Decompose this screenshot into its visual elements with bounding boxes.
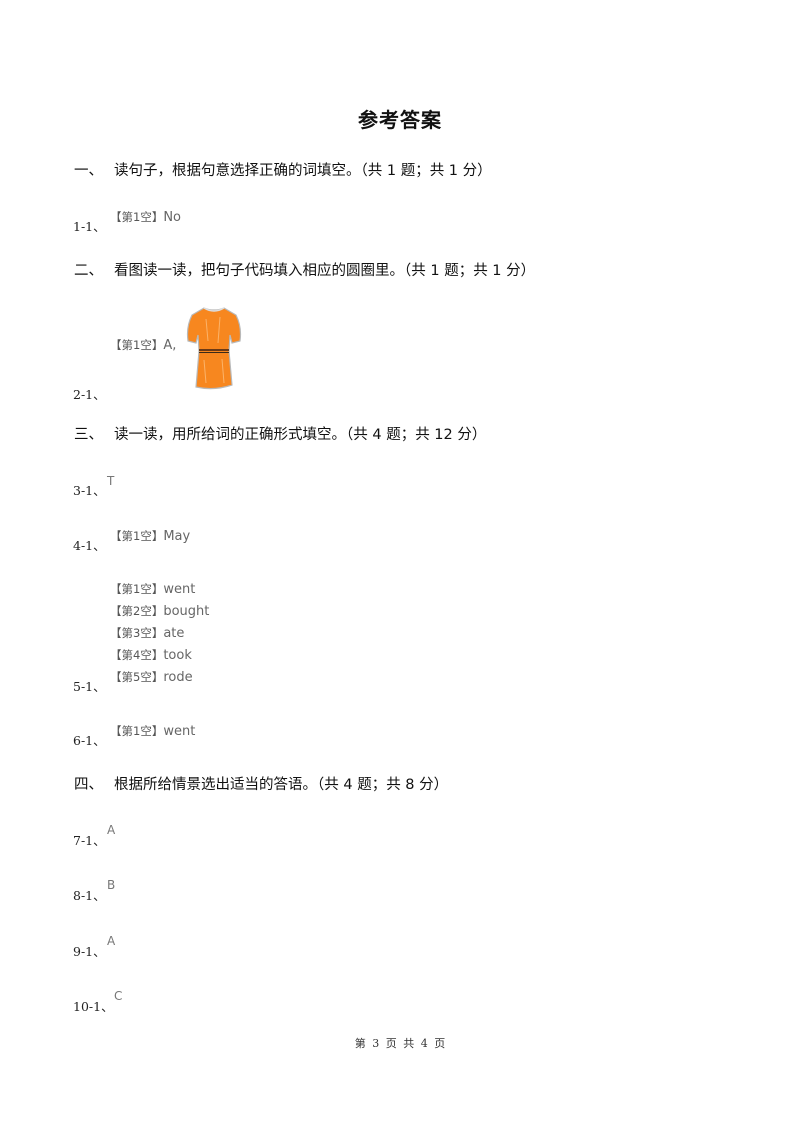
question-number: 7-1、 [73,833,106,848]
question-number: 3-1、 [73,483,106,498]
answer-text: A, [163,338,177,353]
answer-text: C [114,989,123,1003]
answer-text: B [107,878,116,892]
answer-text: ate [163,626,185,641]
answer-text: bought [163,604,210,619]
blank-tag: 【第5空】 [110,670,164,684]
section-text: 看图读一读，把句子代码填入相应的圆圈里。（共 1 题；共 1 分） [114,263,536,279]
section-heading-1: 一、 读句子，根据句意选择正确的词填空。（共 1 题；共 1 分） [74,159,492,180]
question-number: 10-1、 [73,999,114,1014]
section-text: 读句子，根据句意选择正确的词填空。（共 1 题；共 1 分） [114,163,492,179]
blank-tag: 【第1空】 [110,210,164,224]
blank-tag: 【第1空】 [110,724,164,738]
orange-dress-picture [186,307,242,390]
section-heading-4: 四、 根据所给情景选出适当的答语。（共 4 题；共 8 分） [74,773,448,794]
blank-tag: 【第1空】 [110,529,164,543]
question-number: 8-1、 [73,888,106,903]
question-number: 1-1、 [73,219,106,234]
answer: 【第1空】went [110,581,195,597]
blank-tag: 【第3空】 [110,626,164,640]
answer: 【第2空】bought [110,603,209,619]
section-text: 根据所给情景选出适当的答语。（共 4 题；共 8 分） [114,777,449,793]
answer-text: went [163,582,196,597]
question-number: 2-1、 [73,387,106,402]
blank-tag: 【第4空】 [110,648,164,662]
answer-text: went [163,724,196,739]
section-text: 读一读，用所给词的正确形式填空。（共 4 题；共 12 分） [114,427,487,443]
answer: 【第1空】No [110,209,181,225]
page-title: 参考答案 [358,108,442,132]
question-number: 5-1、 [73,679,106,694]
section-number: 一、 [74,163,103,179]
question-number: 4-1、 [73,538,106,553]
question-number: 9-1、 [73,944,106,959]
answer-text: A [107,934,116,948]
section-number: 三、 [74,427,103,443]
blank-tag: 【第2空】 [110,604,164,618]
blank-tag: 【第1空】 [110,338,164,352]
blank-tag: 【第1空】 [110,582,164,596]
section-number: 二、 [74,263,103,279]
answer-text: T [107,474,115,488]
answer-text: took [163,648,192,663]
answer: 【第3空】ate [110,625,184,641]
answer: 【第1空】May [110,528,190,544]
question-number: 6-1、 [73,733,106,748]
section-heading-2: 二、 看图读一读，把句子代码填入相应的圆圈里。（共 1 题；共 1 分） [74,259,535,280]
answer-text: A [107,823,116,837]
answer: 【第1空】went [110,723,195,739]
answer: 【第4空】took [110,647,192,663]
section-number: 四、 [74,777,103,793]
answer-text: rode [163,670,193,685]
answer-text: No [163,210,182,225]
answer: 【第1空】A, [110,337,176,353]
section-heading-3: 三、 读一读，用所给词的正确形式填空。（共 4 题；共 12 分） [74,423,486,444]
answer-text: May [163,529,191,544]
page-footer: 第 3 页 共 4 页 [354,1037,446,1050]
answer: 【第5空】rode [110,669,193,685]
